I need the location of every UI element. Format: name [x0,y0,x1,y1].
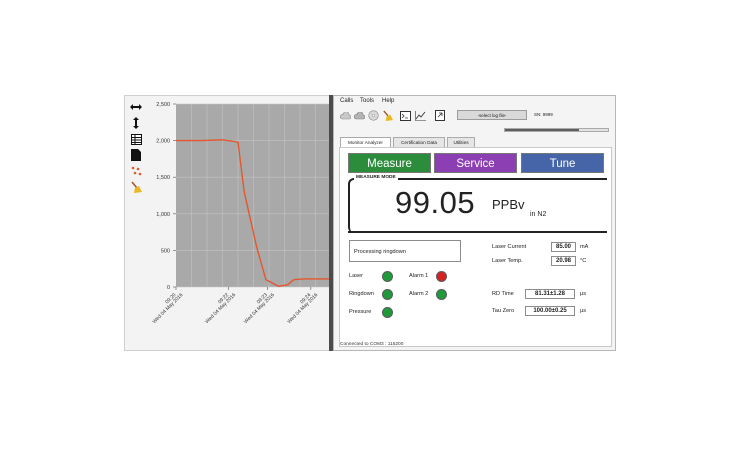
line-chart: 2,5002,0001,5001,000500009:20Wed 04 May … [152,102,331,325]
progress-bar [504,128,609,132]
tab-certification-data[interactable]: Certification Data [393,137,445,147]
tau-zero-label: Tau Zero [492,308,515,314]
y-tick-label: 1,500 [156,175,170,181]
analyzer-window: Calls Tools Help -select log file- SN: 9… [333,95,616,351]
scatter-dots-icon[interactable] [129,164,143,178]
measure-button[interactable]: Measure [348,153,431,173]
alarm2-label: Alarm 2 [409,291,429,297]
tau-zero-unit: µs [580,308,587,314]
tau-zero-value: 100.00±0.25 [525,306,575,316]
serial-number: SN: 9999 [534,112,553,117]
pressure-status-led [382,307,393,318]
rd-time-value: 81.31±1.28 [525,289,575,299]
ringdown-status-led [382,289,393,300]
measure-mode-label: MEASURE MODE [354,175,398,180]
toolbar: -select log file- SN: 9999 [340,109,610,123]
pressure-label: Pressure [349,309,372,315]
menu-help[interactable]: Help [382,98,394,104]
menu-bar: Calls Tools Help [334,96,615,107]
cloud-icon[interactable] [340,110,351,121]
ringdown-label: Ringdown [349,291,374,297]
menu-calls[interactable]: Calls [340,98,353,104]
broom-icon[interactable] [129,180,143,194]
menu-tools[interactable]: Tools [360,98,374,104]
cloud-upload-icon[interactable] [354,110,365,121]
laser-temp-value: 20.98 [551,256,576,266]
y-tick-label: 2,000 [156,139,170,145]
status-message: Processing ringdown [349,240,461,262]
y-tick-label: 2,500 [156,102,170,108]
laser-label: Laser [349,273,363,279]
log-file-select[interactable]: -select log file- [457,110,527,120]
laser-current-label: Laser Current [492,244,527,250]
alarm1-status-led [436,271,447,282]
laser-temp-unit: °C [580,258,587,264]
monitor-panel: Measure Service Tune MEASURE MODE 99.05 … [339,147,612,347]
vertical-arrows-icon[interactable] [129,116,143,130]
alarm2-status-led [436,289,447,300]
table-icon[interactable] [129,132,143,146]
alarm1-label: Alarm 1 [409,273,429,279]
horizontal-arrows-icon[interactable] [129,100,143,114]
document-icon[interactable] [129,148,143,162]
y-tick-label: 0 [167,285,170,291]
connection-status: Connected to COM3 : 115200 [340,342,404,347]
broom-icon[interactable] [382,110,393,121]
cd-icon[interactable] [368,110,379,121]
concentration-unit-subscript: in N2 [530,211,547,218]
y-tick-label: 500 [161,248,170,254]
export-icon[interactable] [434,110,445,121]
tune-button[interactable]: Tune [521,153,604,173]
terminal-icon[interactable] [400,110,411,121]
rd-time-label: RD Time [492,291,514,297]
laser-temp-label: Laser Temp. [492,258,523,264]
service-button[interactable]: Service [434,153,517,173]
progress-fill [505,129,580,131]
measure-display-border [348,231,607,233]
laser-status-led [382,271,393,282]
chart-line-icon[interactable] [415,110,426,121]
rd-time-unit: µs [580,291,587,297]
measure-display [348,178,607,233]
chart-window: 2,500 2,000 1,500 1,000 500 0 09:20 Wed 04 May … [124,95,332,351]
y-tick-label: 1,000 [156,212,170,218]
tab-utilities[interactable]: Utilities [447,137,475,147]
laser-current-unit: mA [580,244,589,250]
chart-toolbar [129,100,147,196]
laser-current-value: 85.00 [551,242,576,252]
concentration-unit: PPBv [492,197,525,212]
concentration-value: 99.05 [395,185,476,220]
